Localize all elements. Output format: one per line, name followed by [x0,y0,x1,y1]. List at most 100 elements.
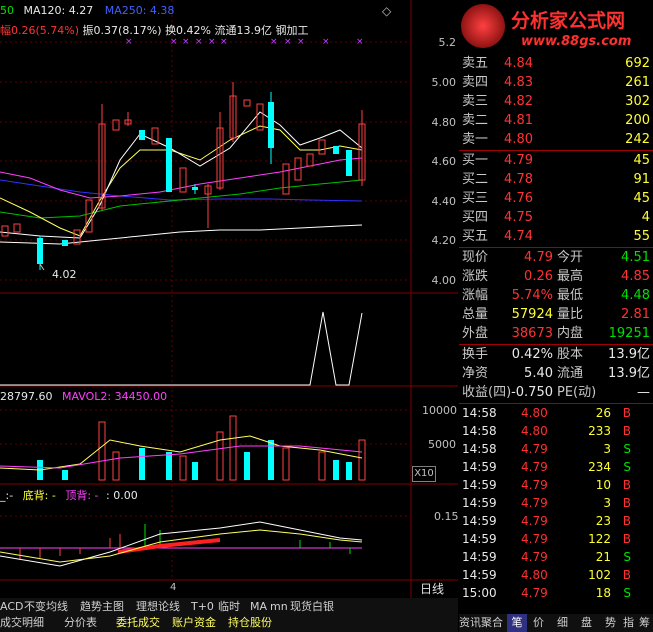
logo-url: www.88gs.com [521,34,632,49]
tab-positions[interactable]: 持仓股份 [228,614,272,632]
chart-area[interactable]: × × × × × × × × × × × 50 MA120: 4.27 MA2… [0,0,459,598]
svg-text:×: × [195,37,203,47]
right-tabs: 资讯聚合 笔 价 细 盘 势 指 筹 [459,614,653,632]
tab-account[interactable]: 账户资金 [172,614,216,632]
stat-row: 总量 57924 量比 2.81 [459,305,653,324]
stat-label: 现价 [462,250,489,265]
price-tick: 4.20 [431,234,457,247]
order-price: 4.80 [504,132,533,147]
tick-vol: 18 [595,586,611,600]
tick-row: 14:59 4.80 102 B [459,566,653,584]
stat-label: 流通 [557,366,584,381]
svg-text:×: × [270,37,278,47]
price-tick: 5.00 [431,76,457,89]
stat-value: 4.79 [524,250,553,265]
x10-button[interactable]: X10 [412,466,436,482]
tick-list[interactable]: 14:58 4.80 26 B 14:58 4.80 233 B 14:58 4.79 3 S 14:5… [459,404,653,602]
order-vol: 692 [625,56,650,71]
stat-value: 4.85 [621,269,650,284]
stat-value: 19251 [608,326,650,341]
tick-side: S [623,586,631,600]
order-row: 买五 4.74 55 [459,227,653,246]
order-price: 4.82 [504,94,533,109]
price-tick: 4.40 [431,195,457,208]
tick-time: 14:59 [462,568,497,582]
vol-tick: 10000 [422,404,457,417]
tick-time: 14:59 [462,514,497,528]
tick-side: S [623,550,631,564]
tab-price-table[interactable]: 分价表 [64,614,97,632]
tick-row: 14:59 4.79 23 B [459,512,653,530]
macd-bottom-div: 底背: - [22,489,56,502]
order-vol: 91 [633,172,650,187]
ma120-label: MA120: 4.27 [23,4,94,17]
tab-index[interactable]: 指 [623,614,634,632]
tick-vol: 21 [595,550,611,564]
tick-side: B [622,406,631,420]
order-row: 买三 4.76 45 [459,189,653,208]
tab-trade-detail[interactable]: 成交明细 [0,614,44,632]
stat-value: 5.74% [511,288,553,303]
quote-panel: 分析家公式网 www.88gs.com 卖五 4.84 692 卖四 4.83 261 … [459,0,653,632]
order-price: 4.84 [504,56,533,71]
stat-value: — [637,385,650,400]
amplitude: 振0.37(8.17%) [82,24,162,37]
svg-text:×: × [322,37,330,47]
macd-a: _:- [0,489,14,502]
stat-label: 最低 [557,288,584,303]
tab-price[interactable]: 价 [533,614,544,632]
stat-value: 4.48 [621,288,650,303]
stat-row: 收益(四) -0.750 PE(动) — [459,383,653,402]
tab-orders[interactable]: 委托成交 [116,614,160,632]
tick-side: S [623,460,631,474]
tab-trend[interactable]: 势 [605,614,616,632]
stat-row: 涨跌 0.26 最高 4.85 [459,267,653,286]
diamond-icon[interactable]: ◇ [382,4,391,18]
sector: 钢加工 [275,24,309,37]
order-row: 卖三 4.82 302 [459,92,653,111]
ma250-label: MA250: 4.38 [104,4,175,17]
stat-row: 外盘 38673 内盘 19251 [459,324,653,343]
tick-time: 14:59 [462,532,497,546]
tick-vol: 233 [588,424,611,438]
order-row: 卖四 4.83 261 [459,73,653,92]
tick-side: B [622,514,631,528]
float-cap: 流通13.9亿 [214,24,273,37]
tick-row: 14:59 4.79 234 S [459,458,653,476]
tick-price: 4.79 [521,532,548,546]
stat-value: 13.9亿 [608,366,650,381]
stat-value: 0.42% [511,347,553,362]
tick-time: 14:58 [462,424,497,438]
tick-vol: 10 [595,478,611,492]
stat-label: 涨幅 [462,288,489,303]
tick-row: 14:58 4.80 26 B [459,404,653,422]
tab-chips[interactable]: 筹 [639,614,650,632]
tick-price: 4.79 [521,478,548,492]
tick-row: 14:59 4.79 10 B [459,476,653,494]
tab-book[interactable]: 盘 [581,614,592,632]
tick-time: 14:59 [462,478,497,492]
macd-d: : 0.00 [106,489,138,502]
tick-row: 14:59 4.79 3 B [459,494,653,512]
order-price: 4.76 [504,191,533,206]
tick-time: 14:58 [462,442,497,456]
tick-price: 4.79 [521,550,548,564]
stat-value: 0.26 [524,269,553,284]
svg-text:×: × [220,37,228,47]
order-vol: 242 [625,132,650,147]
tab-ticks[interactable]: 笔 [507,614,527,632]
order-price: 4.74 [504,229,533,244]
tick-time: 14:58 [462,406,497,420]
tick-price: 4.79 [521,442,548,456]
period-label[interactable]: 日线 [420,580,444,597]
svg-text:×: × [125,37,133,47]
svg-text:×: × [284,37,292,47]
svg-text:×: × [208,37,216,47]
order-vol: 45 [633,153,650,168]
order-vol: 4 [641,210,650,225]
stat-value: 13.9亿 [608,347,650,362]
order-row: 卖五 4.84 692 [459,54,653,73]
tick-price: 4.79 [521,514,548,528]
tab-news[interactable]: 资讯聚合 [459,614,503,632]
tab-detail[interactable]: 细 [557,614,568,632]
